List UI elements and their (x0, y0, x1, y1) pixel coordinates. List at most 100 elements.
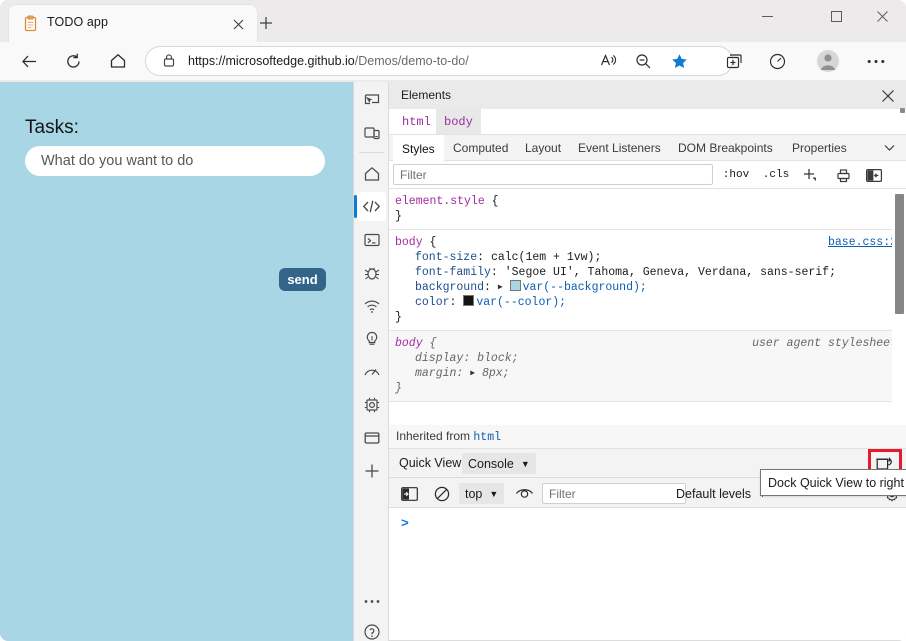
breadcrumb-item-body[interactable]: body (436, 109, 481, 134)
browser-window: TODO app https://microsoftedge.github.io… (0, 0, 906, 641)
minimize-icon[interactable] (744, 0, 790, 32)
chevron-down-icon[interactable] (879, 138, 899, 158)
console-terminal-icon[interactable] (357, 225, 386, 254)
css-property[interactable]: font-family (415, 266, 491, 279)
color-swatch[interactable] (509, 280, 521, 291)
css-property[interactable]: font-size (415, 251, 477, 264)
css-value: block; (477, 352, 519, 365)
rule-selector: body (395, 337, 423, 350)
stylesheet-source-link[interactable]: base.css:2 (828, 235, 897, 250)
styles-filter-bar: :hov .cls (389, 161, 906, 189)
url-path: /Demos/demo-to-do/ (354, 54, 469, 68)
css-property[interactable]: background (415, 281, 484, 294)
plus-icon[interactable] (799, 165, 821, 185)
cls-button[interactable]: .cls (761, 165, 791, 185)
memory-chip-icon[interactable] (357, 390, 386, 419)
new-tab-button[interactable] (253, 11, 279, 35)
sources-debug-icon[interactable] (357, 258, 386, 287)
color-swatch[interactable] (463, 295, 475, 306)
expand-triangle-icon[interactable]: ▶ (470, 366, 475, 381)
read-aloud-icon[interactable] (596, 49, 620, 73)
star-filled-icon[interactable] (667, 49, 691, 73)
overflow-ellipsis-icon[interactable] (357, 587, 386, 616)
eye-icon[interactable] (513, 483, 535, 504)
page-viewport: Tasks: send (0, 82, 353, 641)
help-question-icon[interactable] (357, 617, 386, 641)
css-property: margin (415, 367, 457, 380)
print-media-icon[interactable] (832, 165, 854, 185)
window-close-icon[interactable] (859, 0, 905, 32)
send-button[interactable]: send (279, 268, 326, 291)
home-icon[interactable] (103, 46, 133, 76)
reload-icon[interactable] (58, 46, 88, 76)
console-prompt-caret: > (401, 516, 409, 531)
breadcrumb-item-html[interactable]: html (394, 109, 439, 134)
clear-console-icon[interactable] (431, 483, 452, 504)
device-emulation-icon[interactable] (357, 118, 386, 147)
breadcrumb: html body (389, 109, 906, 135)
close-icon[interactable] (228, 14, 248, 34)
hov-button[interactable]: :hov (719, 165, 753, 185)
quick-view-select[interactable]: Console ▼ (462, 453, 536, 474)
expand-triangle-icon[interactable]: ▶ (498, 280, 503, 295)
console-levels-select[interactable]: Default levels ▼ (670, 483, 773, 504)
ellipsis-icon[interactable] (862, 47, 890, 75)
css-value: 8px; (481, 367, 510, 380)
tab-event-listeners[interactable]: Event Listeners (569, 135, 670, 160)
panel-resize-handle[interactable] (900, 108, 905, 113)
styles-filter-input[interactable] (393, 164, 713, 185)
browser-tab[interactable]: TODO app (9, 5, 257, 42)
css-value[interactable]: 'Segoe UI', Tahoma, Geneva, Verdana, san… (505, 266, 836, 279)
url-domain: https://microsoftedge.github.io (188, 54, 355, 68)
inspect-element-icon[interactable] (357, 86, 386, 115)
application-window-icon[interactable] (357, 423, 386, 452)
clipboard-icon (22, 15, 39, 32)
performance-icon[interactable] (763, 47, 791, 75)
title-bar: TODO app (0, 0, 906, 42)
css-value[interactable]: var(--background); (523, 281, 647, 294)
tab-styles[interactable]: Styles (393, 135, 444, 161)
task-input[interactable] (25, 146, 325, 176)
tab-computed[interactable]: Computed (444, 135, 517, 160)
lock-icon (162, 53, 178, 69)
style-rule-user-agent[interactable]: body { display: block; margin: ▶ 8px; } … (389, 331, 906, 402)
collections-icon[interactable] (720, 47, 748, 75)
console-output-area[interactable]: > (389, 508, 906, 641)
performance-gauge-icon[interactable] (357, 357, 386, 386)
back-arrow-icon[interactable] (14, 46, 44, 76)
inherited-from-label: Inherited from html (396, 429, 501, 444)
css-value[interactable]: var(--color); (476, 296, 566, 309)
style-rule-body[interactable]: body { font-size: calc(1em + 1vw); font-… (389, 230, 906, 331)
browser-toolbar: https://microsoftedge.github.io/Demos/de… (0, 42, 906, 80)
dock-left-icon[interactable] (863, 165, 885, 185)
console-sidebar-icon[interactable] (399, 483, 420, 504)
welcome-home-icon[interactable] (357, 159, 386, 188)
devtools-activity-bar (354, 82, 389, 641)
inherited-from-element[interactable]: html (473, 431, 501, 444)
tab-dom-breakpoints[interactable]: DOM Breakpoints (669, 135, 782, 160)
console-filter-input[interactable] (542, 483, 686, 504)
network-wifi-icon[interactable] (357, 291, 386, 320)
tab-title: TODO app (47, 15, 109, 29)
user-agent-stylesheet-label: user agent stylesheet (752, 337, 897, 350)
issues-lightbulb-icon[interactable] (357, 324, 386, 353)
zoom-out-icon[interactable] (631, 49, 655, 73)
tab-properties[interactable]: Properties (783, 135, 856, 160)
profile-avatar-icon[interactable] (814, 47, 842, 75)
console-levels-value: Default levels (676, 486, 752, 501)
console-context-select[interactable]: top ▼ (459, 483, 505, 504)
address-bar[interactable]: https://microsoftedge.github.io/Demos/de… (146, 47, 732, 75)
style-rule-element[interactable]: element.style { } (389, 189, 906, 230)
devtools-main: Elements html body Styles Computed Layou… (389, 82, 906, 641)
styles-scrollbar-thumb[interactable] (895, 194, 904, 314)
devtools-header-title: Elements (401, 88, 452, 102)
close-icon[interactable] (877, 85, 899, 107)
tab-layout[interactable]: Layout (516, 135, 570, 160)
tooltip: Dock Quick View to right (760, 469, 906, 496)
maximize-icon[interactable] (813, 0, 859, 32)
elements-code-icon[interactable] (354, 192, 386, 221)
more-tools-plus-icon[interactable] (357, 456, 386, 485)
css-value[interactable]: calc(1em + 1vw); (491, 251, 601, 264)
caret-down-icon: ▼ (520, 458, 530, 469)
css-property[interactable]: color (415, 296, 450, 309)
